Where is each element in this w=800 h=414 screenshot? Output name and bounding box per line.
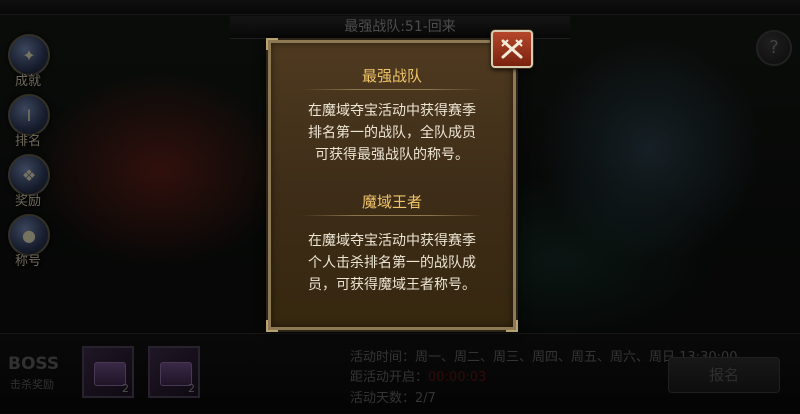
corner-ornament: [266, 320, 278, 332]
corner-ornament: [266, 38, 278, 50]
desc-line: 排名第一的战队，全队成员: [308, 125, 476, 141]
section-desc-strongest-team: 在魔域夺宝活动中获得赛季 排名第一的战队，全队成员 可获得最强战队的称号。: [283, 100, 501, 166]
desc-line: 个人击杀排名第一的战队成: [308, 255, 476, 271]
crossed-swords-icon: [501, 39, 523, 59]
title-info-dialog: 最强战队 在魔域夺宝活动中获得赛季 排名第一的战队，全队成员 可获得最强战队的称…: [266, 38, 518, 332]
divider: [301, 89, 483, 90]
section-desc-domain-king: 在魔域夺宝活动中获得赛季 个人击杀排名第一的战队成 员，可获得魔域王者称号。: [283, 230, 501, 296]
desc-line: 在魔域夺宝活动中获得赛季: [308, 103, 476, 119]
corner-ornament: [506, 320, 518, 332]
desc-line: 可获得最强战队的称号。: [315, 147, 469, 163]
close-button[interactable]: [491, 30, 533, 68]
desc-line: 在魔域夺宝活动中获得赛季: [308, 233, 476, 249]
divider: [301, 215, 483, 216]
section-title-domain-king: 魔域王者: [361, 193, 422, 211]
section-title-strongest-team: 最强战队: [361, 67, 422, 85]
desc-line: 员，可获得魔域王者称号。: [308, 277, 476, 293]
